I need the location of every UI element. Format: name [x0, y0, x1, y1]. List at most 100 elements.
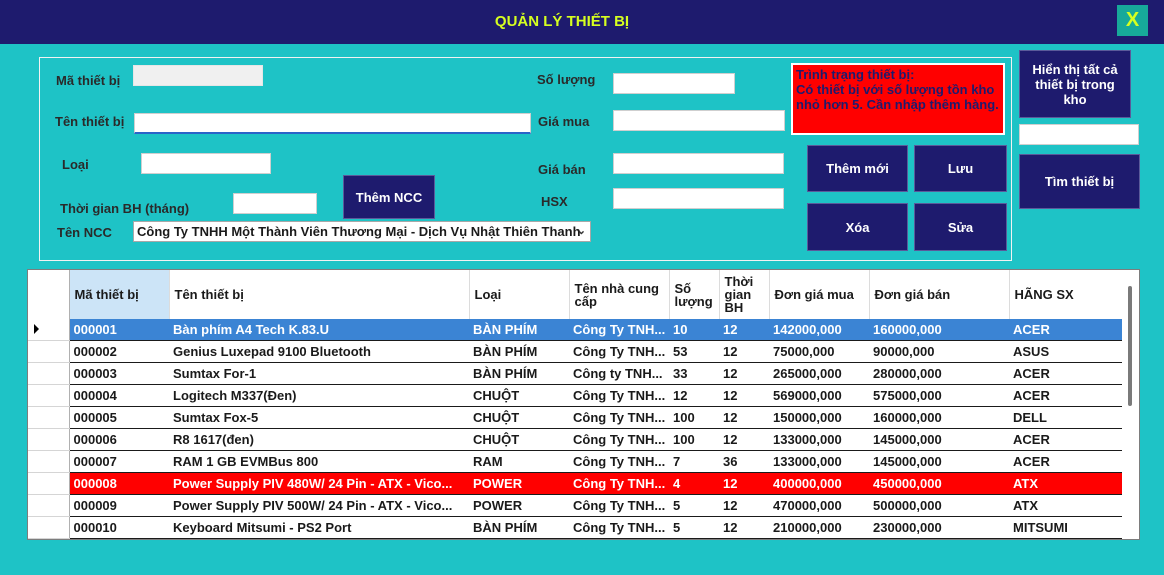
table-cell[interactable]: 12	[719, 319, 769, 341]
column-header[interactable]: Loại	[469, 270, 570, 319]
table-cell[interactable]: 142000,000	[769, 319, 869, 341]
table-cell[interactable]: 000002	[69, 340, 169, 363]
row-header[interactable]	[28, 494, 70, 517]
table-cell[interactable]: Keyboard Mitsumi - PS2 Port	[169, 516, 469, 539]
table-cell[interactable]: Power Supply PIV 500W/ 24 Pin - ATX - Vi…	[169, 494, 469, 517]
table-cell[interactable]: 12	[719, 406, 769, 429]
luu-button[interactable]: Lưu	[914, 145, 1007, 192]
table-cell[interactable]: 145000,000	[869, 450, 1009, 473]
table-cell[interactable]: 265000,000	[769, 362, 869, 385]
table-cell[interactable]: ACER	[1009, 362, 1122, 385]
table-cell[interactable]: 5	[669, 516, 719, 539]
table-cell[interactable]: 160000,000	[869, 406, 1009, 429]
table-cell[interactable]: 4	[669, 472, 719, 495]
table-cell[interactable]: 75000,000	[769, 340, 869, 363]
table-cell[interactable]: 12	[719, 428, 769, 451]
column-header[interactable]: Thời gian BH	[719, 270, 770, 319]
table-cell[interactable]: BÀN PHÍM	[469, 319, 569, 341]
close-button[interactable]: X	[1117, 5, 1148, 36]
table-row[interactable]: 000006 R8 1617(đen) CHUỘT Công Ty TNH... 100…	[28, 428, 1122, 451]
vertical-scrollbar[interactable]	[1122, 270, 1139, 539]
table-cell[interactable]: Công Ty TNH...	[569, 472, 669, 495]
table-cell[interactable]: Công Ty TNH...	[569, 450, 669, 473]
table-cell[interactable]: RAM	[469, 450, 569, 473]
table-cell[interactable]: 000006	[69, 428, 169, 451]
table-row[interactable]: 000007 RAM 1 GB EVMBus 800 RAM Công Ty TNH.…	[28, 450, 1122, 473]
sua-button[interactable]: Sửa	[914, 203, 1007, 251]
table-cell[interactable]: 33	[669, 362, 719, 385]
table-row[interactable]: 000003 Sumtax For-1 BÀN PHÍM Công ty TNH...…	[28, 362, 1122, 385]
table-cell[interactable]: Power Supply PIV 480W/ 24 Pin - ATX - Vi…	[169, 472, 469, 495]
column-header[interactable]: Đơn giá bán	[869, 270, 1010, 319]
table-cell[interactable]: 5	[669, 494, 719, 517]
table-cell[interactable]: Công ty TNH...	[569, 362, 669, 385]
ten-ncc-select[interactable]: Công Ty TNHH Một Thành Viên Thương Mại -…	[133, 221, 591, 242]
table-cell[interactable]: 000005	[69, 406, 169, 429]
table-cell[interactable]: 12	[719, 362, 769, 385]
table-cell[interactable]: 160000,000	[869, 319, 1009, 341]
table-cell[interactable]: ATX	[1009, 494, 1122, 517]
row-header[interactable]	[28, 340, 70, 363]
table-cell[interactable]: 150000,000	[769, 406, 869, 429]
table-cell[interactable]: 36	[719, 450, 769, 473]
row-header[interactable]	[28, 516, 70, 539]
table-cell[interactable]: ATX	[1009, 472, 1122, 495]
row-header[interactable]	[28, 406, 70, 429]
table-cell[interactable]: MITSUMI	[1009, 516, 1122, 539]
table-cell[interactable]: 000010	[69, 516, 169, 539]
gia-ban-field[interactable]	[613, 153, 784, 174]
table-cell[interactable]: 230000,000	[869, 516, 1009, 539]
table-cell[interactable]: R8 1617(đen)	[169, 428, 469, 451]
table-cell[interactable]: BÀN PHÍM	[469, 340, 569, 363]
table-cell[interactable]: 450000,000	[869, 472, 1009, 495]
loai-field[interactable]	[141, 153, 271, 174]
row-header[interactable]	[28, 384, 70, 407]
table-cell[interactable]: 90000,000	[869, 340, 1009, 363]
table-cell[interactable]: RAM 1 GB EVMBus 800	[169, 450, 469, 473]
equipment-grid[interactable]: Mã thiết bị Tên thiết bị Loại Tên nhà cu…	[27, 269, 1140, 540]
table-cell[interactable]: Công Ty TNH...	[569, 340, 669, 363]
row-header[interactable]	[28, 319, 70, 341]
table-cell[interactable]: POWER	[469, 494, 569, 517]
table-cell[interactable]: DELL	[1009, 406, 1122, 429]
search-input[interactable]	[1019, 124, 1139, 145]
them-moi-button[interactable]: Thêm mới	[807, 145, 908, 192]
table-cell[interactable]: 000008	[69, 472, 169, 495]
table-cell[interactable]: 12	[719, 494, 769, 517]
table-cell[interactable]: ACER	[1009, 319, 1122, 341]
table-cell[interactable]: 000009	[69, 494, 169, 517]
table-cell[interactable]: Công Ty TNH...	[569, 319, 669, 341]
table-cell[interactable]: 500000,000	[869, 494, 1009, 517]
row-header[interactable]	[28, 472, 70, 495]
table-cell[interactable]: POWER	[469, 472, 569, 495]
table-cell[interactable]: CHUỘT	[469, 406, 569, 429]
table-cell[interactable]: 12	[719, 384, 769, 407]
row-header[interactable]	[28, 428, 70, 451]
table-cell[interactable]: 145000,000	[869, 428, 1009, 451]
table-row[interactable]: 000005 Sumtax Fox-5 CHUỘT Công Ty TNH... 100…	[28, 406, 1122, 429]
table-cell[interactable]: 10	[669, 319, 719, 341]
table-cell[interactable]: 000001	[69, 319, 169, 341]
scrollbar-thumb[interactable]	[1128, 286, 1132, 406]
table-cell[interactable]: 12	[669, 384, 719, 407]
table-cell[interactable]: 100	[669, 406, 719, 429]
column-header[interactable]: HÃNG SX	[1009, 270, 1123, 319]
table-row[interactable]: 000009 Power Supply PIV 500W/ 24 Pin - AT…	[28, 494, 1122, 517]
table-cell[interactable]: 210000,000	[769, 516, 869, 539]
table-cell[interactable]: Sumtax For-1	[169, 362, 469, 385]
ten-thiet-bi-field[interactable]	[134, 113, 531, 134]
show-all-button[interactable]: Hiển thị tất cả thiết bị trong kho	[1019, 50, 1131, 118]
them-ncc-button[interactable]: Thêm NCC	[343, 175, 435, 219]
table-cell[interactable]: 400000,000	[769, 472, 869, 495]
table-cell[interactable]: 470000,000	[769, 494, 869, 517]
table-row[interactable]: 000001 Bàn phím A4 Tech K.83.U BÀN PHÍM Côn…	[28, 319, 1122, 341]
table-cell[interactable]: 12	[719, 472, 769, 495]
column-header[interactable]: Số lượng	[669, 270, 720, 319]
table-cell[interactable]: BÀN PHÍM	[469, 516, 569, 539]
table-cell[interactable]: Logitech M337(Đen)	[169, 384, 469, 407]
table-cell[interactable]: CHUỘT	[469, 384, 569, 407]
column-header[interactable]: Tên nhà cung cấp	[569, 270, 670, 319]
table-cell[interactable]: Công Ty TNH...	[569, 406, 669, 429]
table-cell[interactable]: CHUỘT	[469, 428, 569, 451]
table-cell[interactable]: BÀN PHÍM	[469, 362, 569, 385]
